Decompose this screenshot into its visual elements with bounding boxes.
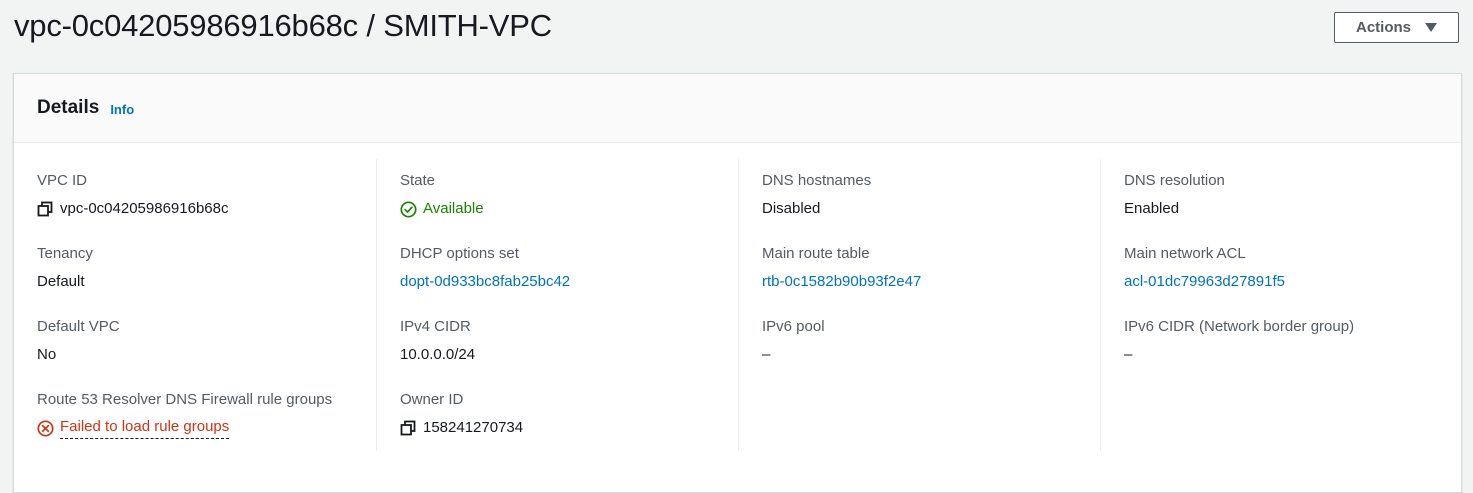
field-ipv6-cidr: IPv6 CIDR (Network border group) –: [1124, 317, 1354, 365]
field-label: DNS hostnames: [762, 172, 872, 189]
dns-resolution-value: Enabled: [1124, 200, 1180, 217]
details-column-3: DNS hostnames Disabled Main route table …: [738, 159, 1101, 451]
details-panel: Details Info VPC ID vpc-0c04205986916b68…: [13, 73, 1462, 493]
details-panel-header: Details Info: [14, 74, 1461, 143]
field-tenancy: Tenancy Default: [37, 244, 93, 292]
field-label: Main route table: [762, 245, 870, 262]
actions-button[interactable]: Actions: [1334, 12, 1459, 43]
caret-down-icon: [1425, 23, 1437, 32]
details-column-2: State Available DHCP options set dopt-0d…: [376, 159, 739, 451]
details-column-1: VPC ID vpc-0c04205986916b68c Tenancy Def…: [37, 159, 377, 451]
actions-button-label: Actions: [1355, 19, 1411, 36]
field-ipv4-cidr: IPv4 CIDR 10.0.0.0/24: [400, 317, 475, 365]
field-dns-hostnames: DNS hostnames Disabled: [762, 171, 871, 219]
copy-icon[interactable]: [400, 420, 416, 436]
field-label: DNS resolution: [1124, 172, 1225, 189]
field-dhcp-options-set: DHCP options set dopt-0d933bc8fab25bc42: [400, 244, 570, 292]
main-route-table-link[interactable]: rtb-0c1582b90b93f2e47: [762, 272, 921, 292]
field-label: Owner ID: [400, 391, 464, 408]
field-label: Route 53 Resolver DNS Firewall rule grou…: [37, 391, 333, 408]
details-panel-title: Details: [37, 97, 100, 118]
default-vpc-value: No: [37, 346, 57, 363]
field-label: IPv4 CIDR: [400, 318, 471, 335]
field-label: Tenancy: [37, 245, 93, 262]
field-ipv6-pool: IPv6 pool –: [762, 317, 825, 365]
field-label: Main network ACL: [1124, 245, 1246, 262]
owner-id-value: 158241270734: [423, 419, 524, 436]
dhcp-options-link[interactable]: dopt-0d933bc8fab25bc42: [400, 272, 570, 292]
state-value: Available: [423, 200, 484, 217]
field-owner-id: Owner ID 158241270734: [400, 390, 523, 438]
ipv4-cidr-value: 10.0.0.0/24: [400, 346, 476, 363]
field-main-route-table: Main route table rtb-0c1582b90b93f2e47: [762, 244, 921, 292]
page-title: vpc-0c04205986916b68c / SMITH-VPC: [14, 8, 552, 43]
vpc-id-value: vpc-0c04205986916b68c: [60, 200, 229, 217]
status-success-icon: [400, 200, 417, 218]
field-main-network-acl: Main network ACL acl-01dc79963d27891f5: [1124, 244, 1285, 292]
field-default-vpc: Default VPC No: [37, 317, 120, 365]
rule-groups-error-link[interactable]: Failed to load rule groups: [60, 417, 230, 439]
ipv6-cidr-value: –: [1124, 346, 1133, 363]
copy-icon[interactable]: [37, 201, 53, 217]
field-dns-resolution: DNS resolution Enabled: [1124, 171, 1225, 219]
field-state: State Available: [400, 171, 484, 219]
tenancy-value: Default: [37, 273, 85, 290]
details-column-4: DNS resolution Enabled Main network ACL …: [1100, 159, 1441, 451]
field-label: State: [400, 172, 436, 189]
main-network-acl-link[interactable]: acl-01dc79963d27891f5: [1124, 272, 1285, 292]
field-label: Default VPC: [37, 318, 120, 335]
info-link[interactable]: Info: [110, 102, 134, 117]
field-label: DHCP options set: [400, 245, 519, 262]
ipv6-pool-value: –: [762, 346, 771, 363]
field-label: VPC ID: [37, 172, 88, 189]
status-error-icon: [37, 419, 54, 437]
field-vpc-id: VPC ID vpc-0c04205986916b68c: [37, 171, 228, 219]
field-dns-firewall-rule-groups: Route 53 Resolver DNS Firewall rule grou…: [37, 390, 333, 439]
field-label: IPv6 pool: [762, 318, 825, 335]
field-label: IPv6 CIDR (Network border group): [1124, 318, 1355, 335]
dns-hostnames-value: Disabled: [762, 200, 821, 217]
